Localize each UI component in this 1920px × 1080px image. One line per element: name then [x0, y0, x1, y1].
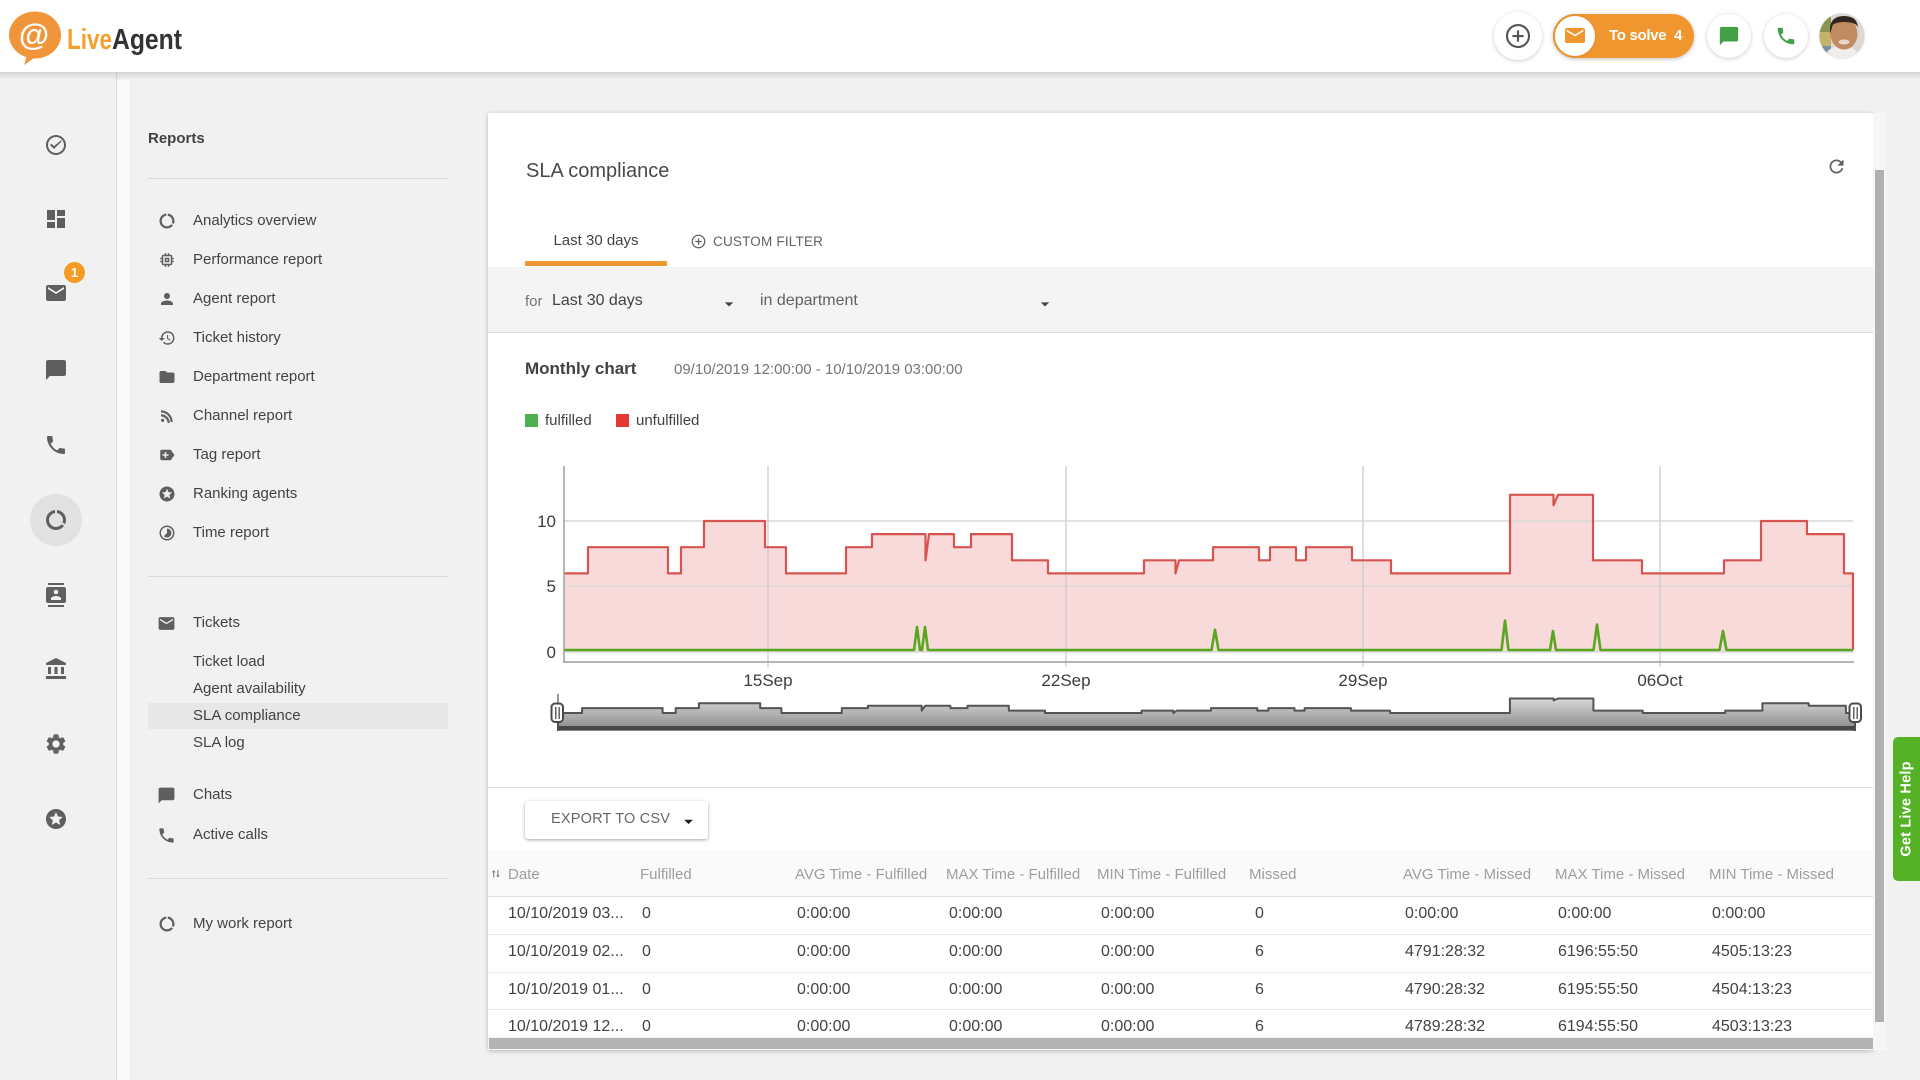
svg-text:Live: Live	[67, 24, 112, 56]
svg-text:@: @	[19, 17, 49, 52]
svg-text:Agent: Agent	[112, 24, 182, 56]
